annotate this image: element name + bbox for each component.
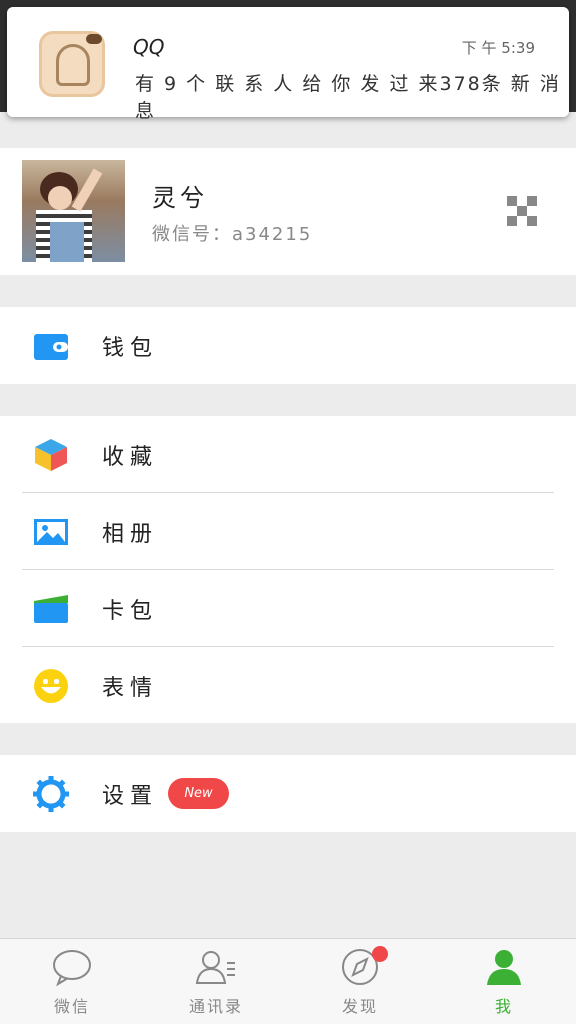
notification-title: QQ	[133, 35, 165, 59]
new-badge: New	[168, 778, 229, 809]
tab-contacts[interactable]: 通讯录	[144, 939, 288, 1024]
wallet-section: 钱包	[0, 307, 576, 384]
notification-time: 下 午 5:39	[461, 39, 535, 57]
tab-discover[interactable]: 发现	[288, 939, 432, 1024]
qq-app-icon	[39, 31, 105, 97]
contacts-icon	[195, 951, 235, 984]
image-icon	[34, 518, 68, 545]
settings-section: 设置 New	[0, 755, 576, 832]
features-section: 收藏 相册 卡包 表情	[0, 416, 576, 723]
wallet-icon	[34, 333, 68, 360]
cube-icon	[35, 438, 67, 471]
menu-label: 表情	[102, 675, 159, 701]
menu-item-album[interactable]: 相册	[0, 493, 576, 570]
tab-chats[interactable]: 微信	[0, 939, 144, 1024]
notification-dot	[372, 946, 388, 962]
wechat-id: 微信号：a34215	[152, 224, 313, 245]
menu-item-wallet[interactable]: 钱包	[0, 307, 576, 384]
gear-icon	[33, 775, 69, 812]
bottom-tab-bar: 微信 通讯录 发现 我	[0, 938, 576, 1024]
tab-label: 通讯录	[188, 997, 243, 1016]
menu-label: 设置	[102, 783, 159, 809]
avatar[interactable]	[22, 160, 125, 262]
card-icon	[34, 594, 68, 623]
chat-bubble-icon	[53, 950, 91, 987]
menu-label: 相册	[102, 521, 159, 547]
menu-label: 钱包	[102, 335, 159, 361]
profile-name: 灵兮	[152, 184, 208, 212]
notification-message: 有 9 个 联 系 人 给 你 发 过 来378条 新 消 息	[135, 73, 561, 122]
menu-item-favorites[interactable]: 收藏	[0, 416, 576, 493]
qr-code-icon[interactable]	[507, 196, 537, 226]
menu-label: 收藏	[102, 444, 159, 470]
qq-notification[interactable]: QQ 下 午 5:39 有 9 个 联 系 人 给 你 发 过 来378条 新 …	[7, 7, 569, 122]
smiley-icon	[34, 668, 68, 703]
tab-me[interactable]: 我	[432, 939, 576, 1024]
person-icon	[487, 950, 521, 985]
tab-label: 我	[494, 997, 513, 1016]
tab-label: 微信	[53, 997, 90, 1016]
menu-item-cards[interactable]: 卡包	[0, 570, 576, 647]
profile-card[interactable]: 灵兮 微信号：a34215	[0, 148, 576, 275]
menu-label: 卡包	[102, 598, 159, 624]
tab-label: 发现	[341, 997, 378, 1016]
menu-item-settings[interactable]: 设置 New	[0, 755, 576, 832]
menu-item-stickers[interactable]: 表情	[0, 647, 576, 724]
